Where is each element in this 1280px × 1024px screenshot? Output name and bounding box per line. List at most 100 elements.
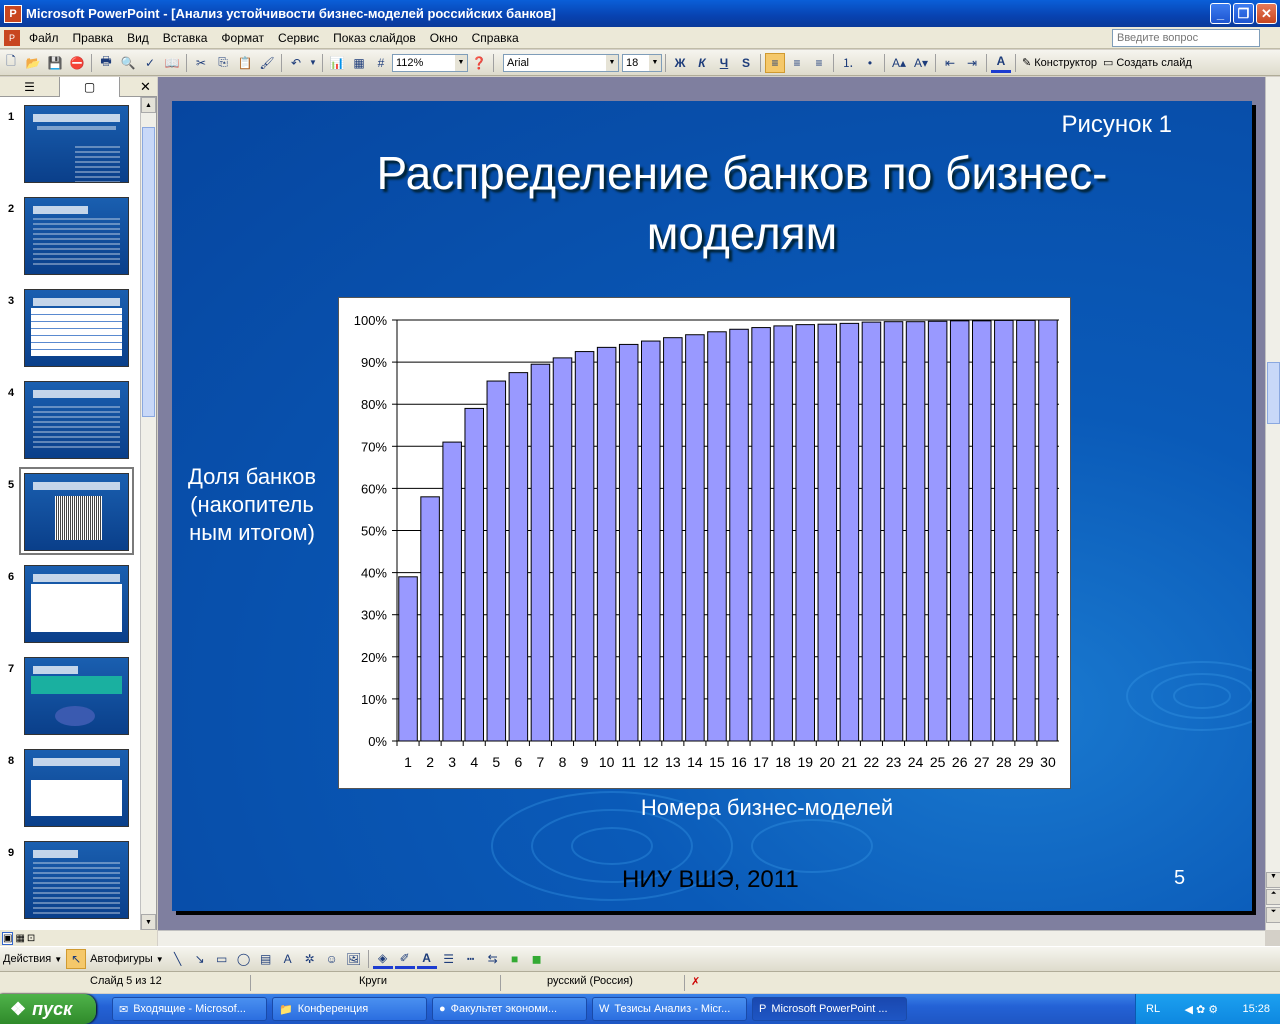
save-icon[interactable]: 💾 bbox=[45, 53, 65, 73]
normal-view-icon[interactable]: ▣ bbox=[2, 931, 14, 945]
scroll-thumb[interactable] bbox=[1267, 362, 1280, 424]
slide-thumbnail-4[interactable] bbox=[24, 381, 129, 459]
format-painter-icon[interactable]: 🖌 bbox=[257, 53, 277, 73]
slide-thumbnail-2[interactable] bbox=[24, 197, 129, 275]
slide-thumbnail-9[interactable] bbox=[24, 841, 129, 919]
textbox-icon[interactable]: ▤ bbox=[256, 949, 276, 969]
insert-chart-icon[interactable]: 📊 bbox=[327, 53, 347, 73]
task-powerpoint[interactable]: P Microsoft PowerPoint ... bbox=[752, 997, 907, 1021]
research-icon[interactable]: 📖 bbox=[162, 53, 182, 73]
menu-tools[interactable]: Сервис bbox=[271, 31, 326, 45]
menu-format[interactable]: Формат bbox=[214, 31, 271, 45]
sorter-view-icon[interactable]: ▦ bbox=[15, 933, 24, 944]
font-color-icon[interactable]: A bbox=[416, 949, 437, 969]
italic-button[interactable]: К bbox=[692, 53, 712, 73]
dash-style-icon[interactable]: ┅ bbox=[461, 949, 481, 969]
line-color-icon[interactable]: ✐ bbox=[394, 949, 415, 969]
thumbnails-scrollbar[interactable]: ▲ ▼ bbox=[140, 97, 156, 930]
close-button[interactable]: ✕ bbox=[1256, 3, 1277, 24]
align-center-icon[interactable]: ≡ bbox=[787, 53, 807, 73]
menu-help[interactable]: Справка bbox=[465, 31, 526, 45]
oval-icon[interactable]: ◯ bbox=[234, 949, 254, 969]
line-icon[interactable]: ╲ bbox=[168, 949, 188, 969]
3d-style-icon[interactable]: ◼ bbox=[527, 949, 547, 969]
maximize-button[interactable]: ❐ bbox=[1233, 3, 1254, 24]
permission-icon[interactable]: ⛔ bbox=[67, 53, 87, 73]
font-color-icon[interactable]: A bbox=[991, 53, 1011, 73]
menu-insert[interactable]: Вставка bbox=[156, 31, 215, 45]
task-browser[interactable]: ● Факультет экономи... bbox=[432, 997, 587, 1021]
decrease-indent-icon[interactable]: ⇤ bbox=[940, 53, 960, 73]
scroll-thumb[interactable] bbox=[142, 127, 155, 417]
print-icon[interactable]: 🖶 bbox=[96, 53, 116, 73]
zoom-select[interactable]: 112% ▼ bbox=[392, 53, 468, 72]
close-icon[interactable]: ✕ bbox=[140, 77, 151, 96]
spelling-status-icon[interactable]: ✗ bbox=[684, 975, 714, 991]
grid-icon[interactable]: # bbox=[371, 53, 391, 73]
slide-thumbnail-8[interactable] bbox=[24, 749, 129, 827]
diagram-icon[interactable]: ✲ bbox=[300, 949, 320, 969]
scroll-down-icon[interactable]: ▼ bbox=[1266, 872, 1280, 888]
bullets-icon[interactable]: • bbox=[860, 53, 880, 73]
align-left-icon[interactable]: ≡ bbox=[765, 52, 785, 73]
fill-color-icon[interactable]: ◈ bbox=[372, 949, 393, 969]
help-search-input[interactable]: Введите вопрос bbox=[1112, 29, 1260, 47]
chart-container[interactable]: 0% 10% 20% 30% 40% 50% 60% 70% 80% 90% 100% 1 2 3 4 5 6 7… bbox=[338, 297, 1071, 789]
menu-edit[interactable]: Правка bbox=[66, 31, 121, 45]
menu-slideshow[interactable]: Показ слайдов bbox=[326, 31, 423, 45]
new-icon[interactable]: 🗋 bbox=[1, 53, 21, 73]
help-icon[interactable]: ❓ bbox=[469, 53, 489, 73]
scroll-up-icon[interactable]: ▲ bbox=[141, 97, 156, 113]
slide-thumbnail-3[interactable] bbox=[24, 289, 129, 367]
align-right-icon[interactable]: ≡ bbox=[809, 53, 829, 73]
horizontal-scrollbar[interactable] bbox=[158, 930, 1265, 946]
autoshapes-menu[interactable]: Автофигуры ▼ bbox=[87, 953, 167, 965]
slideshow-view-icon[interactable]: ⊡ bbox=[27, 933, 35, 944]
line-style-icon[interactable]: ☰ bbox=[439, 949, 459, 969]
arrow-icon[interactable]: ↘ bbox=[190, 949, 210, 969]
clipart-icon[interactable]: ☺ bbox=[322, 949, 342, 969]
slide-thumbnail-5[interactable] bbox=[24, 473, 129, 551]
document-icon[interactable]: P bbox=[4, 29, 20, 46]
menu-file[interactable]: Файл bbox=[22, 31, 66, 45]
task-folder[interactable]: 📁 Конференция bbox=[272, 997, 427, 1021]
preview-icon[interactable]: 🔍 bbox=[118, 53, 138, 73]
arrow-style-icon[interactable]: ⇆ bbox=[483, 949, 503, 969]
scroll-down-icon[interactable]: ▼ bbox=[141, 914, 156, 930]
language-indicator[interactable]: RL bbox=[1146, 1003, 1160, 1015]
tray-icons[interactable]: ◀ ✿ ⚙ bbox=[1184, 1003, 1218, 1016]
decrease-font-icon[interactable]: A▾ bbox=[911, 53, 931, 73]
task-outlook[interactable]: ✉ Входящие - Microsof... bbox=[112, 997, 267, 1021]
font-size-select[interactable]: 18 ▼ bbox=[622, 53, 662, 72]
previous-slide-icon[interactable]: ⏶ bbox=[1266, 889, 1280, 905]
menu-window[interactable]: Окно bbox=[423, 31, 465, 45]
increase-indent-icon[interactable]: ⇥ bbox=[962, 53, 982, 73]
slide[interactable]: Рисунок 1 Распределение банков по бизнес… bbox=[172, 101, 1252, 911]
undo-icon[interactable]: ↶ bbox=[286, 53, 306, 73]
tab-outline[interactable]: ☰ bbox=[0, 77, 60, 97]
start-button[interactable]: ❖ пуск bbox=[0, 994, 96, 1024]
numbering-icon[interactable]: ⒈ bbox=[838, 53, 858, 73]
new-slide-button[interactable]: ▭ Создать слайд bbox=[1100, 56, 1195, 70]
picture-icon[interactable]: 🖼 bbox=[344, 949, 364, 969]
cut-icon[interactable]: ✂ bbox=[191, 53, 211, 73]
slide-thumbnail-1[interactable] bbox=[24, 105, 129, 183]
editor-scrollbar[interactable]: ▼ ⏶ ⏷ bbox=[1265, 77, 1280, 930]
rectangle-icon[interactable]: ▭ bbox=[212, 949, 232, 969]
bold-button[interactable]: Ж bbox=[670, 53, 690, 73]
copy-icon[interactable]: ⎘ bbox=[213, 53, 233, 73]
font-select[interactable]: Arial ▼ bbox=[503, 53, 619, 72]
slide-thumbnail-6[interactable] bbox=[24, 565, 129, 643]
designer-button[interactable]: ✎ Конструктор bbox=[1019, 56, 1100, 70]
open-icon[interactable]: 📂 bbox=[23, 53, 43, 73]
shadow-style-icon[interactable]: ■ bbox=[505, 949, 525, 969]
underline-button[interactable]: Ч bbox=[714, 53, 734, 73]
insert-table-icon[interactable]: ▦ bbox=[349, 53, 369, 73]
menu-view[interactable]: Вид bbox=[120, 31, 156, 45]
select-pointer-icon[interactable]: ↖ bbox=[66, 949, 87, 969]
shadow-button[interactable]: S bbox=[736, 53, 756, 73]
increase-font-icon[interactable]: A▴ bbox=[889, 53, 909, 73]
minimize-button[interactable]: _ bbox=[1210, 3, 1231, 24]
chevron-down-icon[interactable]: ▼ bbox=[308, 53, 318, 73]
task-word[interactable]: W Тезисы Анализ - Micr... bbox=[592, 997, 747, 1021]
